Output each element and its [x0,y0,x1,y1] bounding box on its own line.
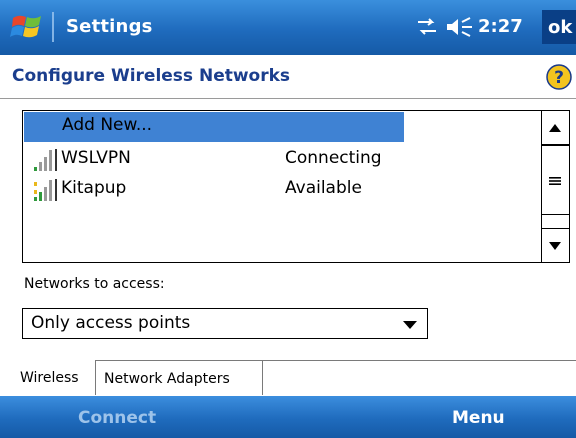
tab-strip-top-line [263,360,576,361]
app-title: Settings [66,16,153,37]
chevron-down-icon [403,321,417,329]
network-list-item[interactable]: Kitapup Available [23,175,541,205]
signal-strength-icon [34,149,57,171]
network-list-item[interactable]: WSLVPN Connecting [23,145,541,175]
network-status: Available [285,178,362,198]
scroll-up-button[interactable] [542,111,569,145]
volume-icon[interactable] [444,16,474,38]
dropdown-selected-value: Only access points [31,313,191,333]
header-divider [0,98,576,99]
ok-button[interactable]: ok [542,10,576,44]
networks-to-access-label: Networks to access: [24,276,165,292]
scroll-thumb[interactable] [542,145,569,215]
arrow-down-icon [549,242,561,250]
tab-label: Network Adapters [104,371,230,387]
network-name: WSLVPN [61,148,131,168]
add-new-label: Add New... [62,115,153,135]
menu-softkey[interactable]: Menu [452,408,505,428]
softkey-bar: Connect Menu [0,396,576,438]
signal-strength-icon [34,179,57,201]
network-connectivity-icon[interactable] [414,16,440,38]
list-scrollbar[interactable] [541,111,569,262]
network-name: Kitapup [61,178,127,198]
network-list[interactable]: Add New... WSLVPN Connecting Kitapup Ava… [22,110,570,263]
svg-text:?: ? [554,68,564,88]
networks-to-access-dropdown[interactable]: Only access points [22,308,428,339]
help-icon[interactable]: ? [546,64,572,90]
windows-start-icon[interactable] [10,11,44,43]
arrow-up-icon [549,124,561,132]
page-title: Configure Wireless Networks [12,66,291,86]
tab-wireless[interactable]: Wireless [8,360,96,395]
network-status: Connecting [285,148,382,168]
title-separator [52,12,54,42]
connect-softkey[interactable]: Connect [78,408,156,428]
grip-icon [549,177,561,185]
add-new-network-item[interactable]: Add New... [24,112,404,142]
clock-time[interactable]: 2:27 [478,16,523,37]
tab-label: Wireless [20,370,79,386]
tab-network-adapters[interactable]: Network Adapters [96,360,263,395]
title-bar: Settings 2:27 ok [0,0,576,55]
scroll-down-button[interactable] [542,228,569,262]
